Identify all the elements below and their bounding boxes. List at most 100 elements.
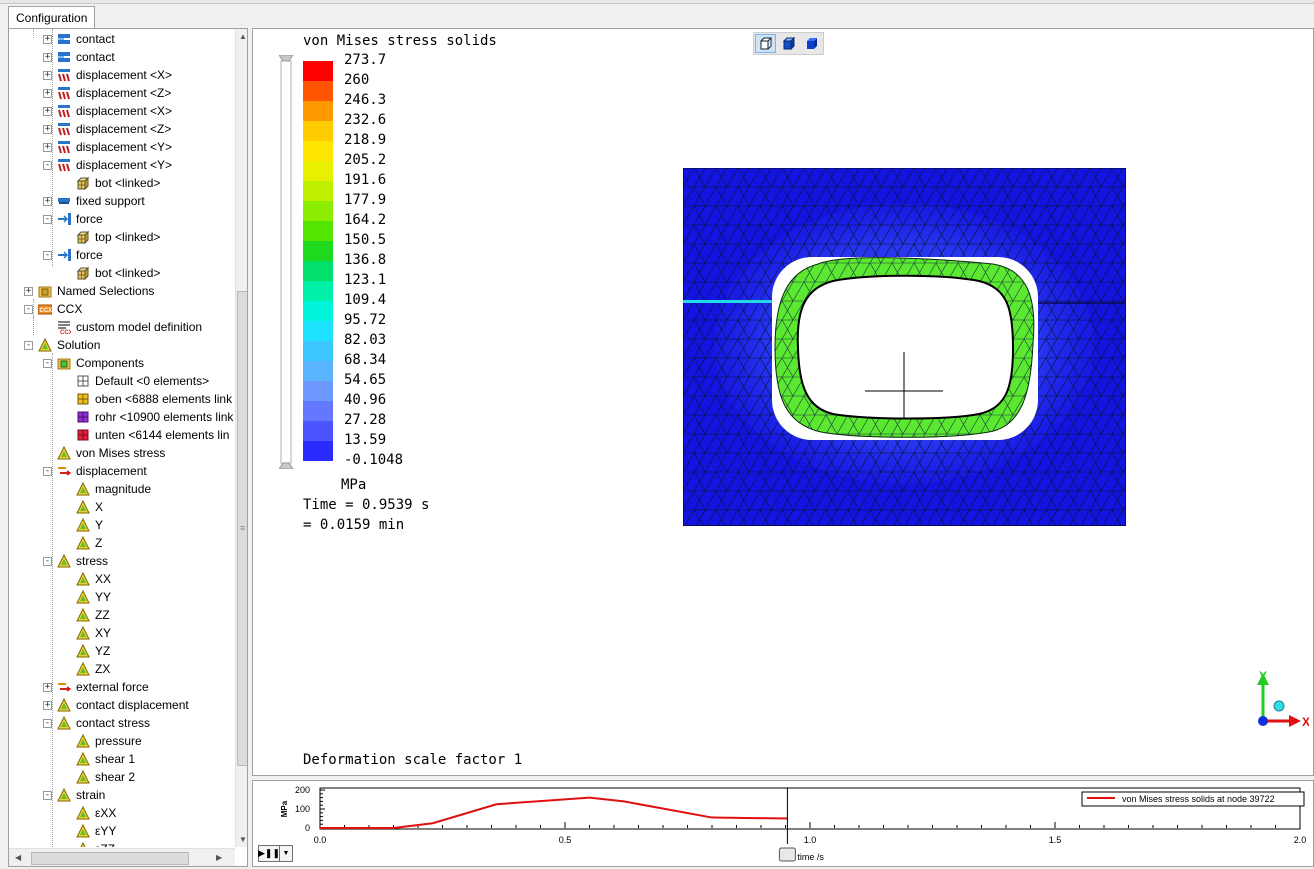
scroll-right-icon[interactable]: ▶ [216, 853, 222, 862]
play-options-dropdown[interactable]: ▼ [280, 845, 293, 862]
tree-item[interactable]: - displacement <Y> [9, 156, 235, 174]
tree-item[interactable]: + displacement <X> [9, 66, 235, 84]
tree-horizontal-scrollbar[interactable]: ◀ ▶ [9, 848, 235, 866]
components-icon [57, 358, 71, 370]
tree-item-label: shear 2 [95, 770, 136, 784]
model-tree: + contact + contact + displacement <X> + displa… [9, 29, 235, 847]
tree-item[interactable]: pressure [9, 732, 235, 750]
tree-item[interactable]: - force [9, 210, 235, 228]
x-tick-label: 0.5 [559, 835, 572, 845]
expand-icon[interactable]: + [43, 53, 52, 62]
collapse-icon[interactable]: - [43, 467, 52, 476]
scroll-down-icon[interactable]: ▼ [239, 835, 247, 844]
expand-icon[interactable]: + [43, 89, 52, 98]
x-tick-label: 2.0 [1294, 835, 1307, 845]
result-icon [57, 698, 71, 712]
tree-item[interactable]: oben <6888 elements link [9, 390, 235, 408]
tree-item[interactable]: - Components [9, 354, 235, 372]
tree-item[interactable]: + external force [9, 678, 235, 696]
tab-configuration[interactable]: Configuration [8, 6, 96, 30]
collapse-icon[interactable]: - [43, 719, 52, 728]
view-mode-toolbar [753, 32, 824, 55]
tree-item[interactable]: + contact [9, 30, 235, 48]
tree-item[interactable]: + displacement <X> [9, 102, 235, 120]
tree-item[interactable]: + displacement <Y> [9, 138, 235, 156]
tree-item[interactable]: - force [9, 246, 235, 264]
collapse-icon[interactable]: - [43, 251, 52, 260]
tree-item[interactable]: XY [9, 624, 235, 642]
expand-icon[interactable]: + [43, 143, 52, 152]
timeline-chart[interactable]: 0.0 0.5 1.0 1.5 2.0 200 100 0 MPa time /s von Mise… [253, 781, 1313, 866]
tree-item[interactable]: - stress [9, 552, 235, 570]
tree-item[interactable]: magnitude [9, 480, 235, 498]
tree-item[interactable]: YZ [9, 642, 235, 660]
displacement-icon [58, 159, 70, 172]
tree-item[interactable]: + displacement <Z> [9, 120, 235, 138]
expand-icon[interactable]: + [24, 287, 33, 296]
tree-item[interactable]: X [9, 498, 235, 516]
hscrollbar-thumb[interactable] [31, 852, 189, 865]
expand-icon[interactable]: + [43, 107, 52, 116]
collapse-icon[interactable]: - [43, 557, 52, 566]
collapse-icon[interactable]: - [43, 215, 52, 224]
tree-item[interactable]: - CCX CCX [9, 300, 235, 318]
shaded-view-button[interactable] [778, 34, 799, 53]
tree-item[interactable]: εZZ [9, 840, 235, 847]
tree-panel: + contact + contact + displacement <X> + displa… [8, 28, 248, 867]
tree-item[interactable]: Default <0 elements> [9, 372, 235, 390]
tree-item[interactable]: εYY [9, 822, 235, 840]
collapse-icon[interactable]: - [43, 161, 52, 170]
collapse-icon[interactable]: - [24, 305, 33, 314]
tree-item[interactable]: - strain [9, 786, 235, 804]
tree-item[interactable]: top <linked> [9, 228, 235, 246]
tree-item[interactable]: shear 1 [9, 750, 235, 768]
expand-icon[interactable]: + [43, 125, 52, 134]
scroll-left-icon[interactable]: ◀ [15, 853, 21, 862]
tree-item-label: ZX [95, 662, 111, 676]
tree-item[interactable]: bot <linked> [9, 174, 235, 192]
tree-vertical-scrollbar[interactable]: ▲ ≡ ▼ [235, 29, 247, 847]
expand-icon[interactable]: + [43, 701, 52, 710]
tree-item[interactable]: Z [9, 534, 235, 552]
tree-item[interactable]: + Named Selections [9, 282, 235, 300]
legend-value: 27.28 [344, 412, 387, 428]
tree-item[interactable]: YY [9, 588, 235, 606]
legend-value: 123.1 [344, 272, 387, 288]
expand-icon[interactable]: + [43, 197, 52, 206]
tree-item[interactable]: XX [9, 570, 235, 588]
tree-item[interactable]: rohr <10900 elements link [9, 408, 235, 426]
tree-item[interactable]: + displacement <Z> [9, 84, 235, 102]
force-icon [58, 249, 71, 261]
3d-view[interactable]: von Mises stress solids 273.7 260 246.3 232… [252, 28, 1314, 776]
legend-color-swatch [303, 341, 333, 361]
tree-item[interactable]: - contact stress [9, 714, 235, 732]
wireframe-view-button[interactable] [755, 34, 776, 53]
tree-item[interactable]: εXX [9, 804, 235, 822]
shaded-edges-view-button[interactable] [801, 34, 822, 53]
tree-item[interactable]: + fixed support [9, 192, 235, 210]
scroll-up-icon[interactable]: ▲ [239, 32, 247, 41]
expand-icon[interactable]: + [43, 35, 52, 44]
tree-item[interactable]: Y [9, 516, 235, 534]
legend-color-swatch [303, 261, 333, 281]
tree-item[interactable]: shear 2 [9, 768, 235, 786]
tree-item-label: shear 1 [95, 752, 136, 766]
collapse-icon[interactable]: - [43, 791, 52, 800]
tree-item[interactable]: - Solution [9, 336, 235, 354]
expand-icon[interactable]: + [43, 71, 52, 80]
tree-item[interactable]: unten <6144 elements lin [9, 426, 235, 444]
tree-item[interactable]: ZZ [9, 606, 235, 624]
play-pause-button[interactable]: ▶❚❚ [258, 845, 280, 862]
tree-item[interactable]: CCX custom model definition [9, 318, 235, 336]
tree-item[interactable]: ZX [9, 660, 235, 678]
tree-item[interactable]: + contact [9, 48, 235, 66]
tree-item[interactable]: bot <linked> [9, 264, 235, 282]
mesh-render[interactable] [683, 168, 1126, 526]
tree-item[interactable]: + contact displacement [9, 696, 235, 714]
collapse-icon[interactable]: - [43, 359, 52, 368]
tree-item[interactable]: von Mises stress [9, 444, 235, 462]
y-tick-label: 0 [305, 823, 310, 833]
expand-icon[interactable]: + [43, 683, 52, 692]
collapse-icon[interactable]: - [24, 341, 33, 350]
tree-item[interactable]: - displacement [9, 462, 235, 480]
